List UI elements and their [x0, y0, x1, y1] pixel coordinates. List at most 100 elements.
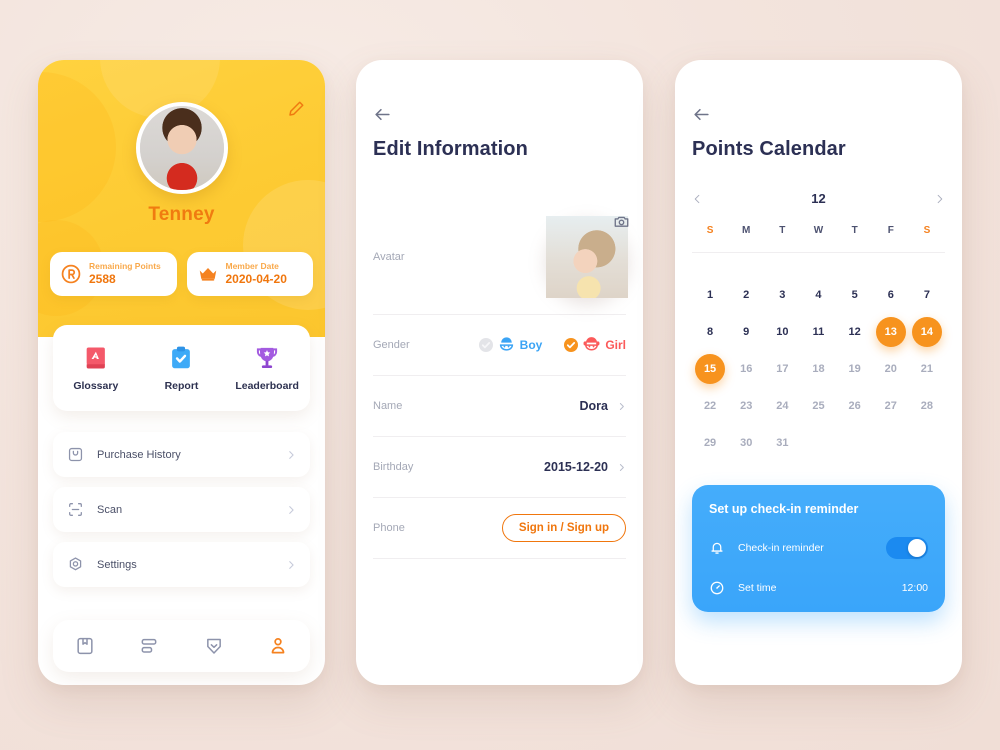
calendar-day[interactable]: 29 — [692, 426, 728, 459]
avatar-picker[interactable] — [546, 213, 630, 298]
chevron-right-icon — [619, 402, 624, 410]
calendar-day-selected[interactable]: 13 — [873, 315, 909, 348]
chevron-left-icon[interactable] — [692, 192, 703, 206]
calendar-day-number: 12 — [848, 325, 861, 338]
calendar-day-number: 6 — [887, 288, 894, 301]
avatar[interactable] — [135, 102, 228, 194]
shortcut-glossary[interactable]: Glossary — [58, 344, 134, 392]
pencil-icon[interactable] — [287, 100, 305, 118]
back-arrow-icon[interactable] — [692, 105, 711, 124]
calendar-day[interactable]: 10 — [764, 315, 800, 348]
calendar-day-number: 2 — [743, 288, 750, 301]
bookmark-book-icon[interactable] — [75, 636, 95, 656]
calendar-day[interactable]: 20 — [873, 352, 909, 385]
calendar-day-number: 15 — [695, 353, 726, 384]
shield-check-icon[interactable] — [204, 636, 224, 656]
calendar-day-number: 30 — [740, 436, 753, 449]
calendar-day[interactable]: 6 — [873, 278, 909, 311]
reminder-label: Check-in reminder — [738, 542, 824, 554]
reminder-row-settime[interactable]: Set time 12:00 — [709, 580, 928, 596]
stat-card-points[interactable]: Remaining Points 2588 — [50, 252, 177, 296]
menu-list: Purchase History Scan Settings — [53, 432, 310, 597]
menu-item-scan[interactable]: Scan — [53, 487, 310, 532]
calendar-day[interactable]: 17 — [764, 352, 800, 385]
calendar-day[interactable]: 26 — [837, 389, 873, 422]
field-label: Avatar — [373, 251, 405, 263]
gender-option-boy[interactable]: Boy — [478, 336, 543, 355]
calendar-day[interactable]: 8 — [692, 315, 728, 348]
chevron-right-icon — [289, 560, 294, 569]
calendar-day[interactable]: 9 — [728, 315, 764, 348]
calendar-day[interactable]: 1 — [692, 278, 728, 311]
purchase-bag-icon — [68, 447, 83, 462]
report-clipboard-icon — [172, 346, 191, 369]
menu-item-purchase-history[interactable]: Purchase History — [53, 432, 310, 477]
calendar-day[interactable]: 18 — [800, 352, 836, 385]
form-row-name[interactable]: Name Dora — [373, 376, 626, 437]
toggle-knob — [908, 539, 926, 557]
shortcut-label: Report — [164, 380, 199, 392]
back-arrow-icon[interactable] — [373, 105, 392, 124]
gender-option-girl[interactable]: Girl — [564, 336, 626, 355]
calendar-day-selected[interactable]: 14 — [909, 315, 945, 348]
calendar-day-number: 4 — [815, 288, 822, 301]
calendar-day[interactable]: 24 — [764, 389, 800, 422]
calendar-day-number: 3 — [779, 288, 786, 301]
weekday-label: T — [779, 225, 786, 236]
stat-label: Remaining Points — [89, 261, 161, 271]
chevron-right-icon[interactable] — [934, 192, 945, 206]
calendar-day-number: 29 — [703, 436, 717, 449]
gender-label: Boy — [519, 338, 543, 352]
calendar-day-number: 10 — [776, 325, 789, 338]
form-row-avatar[interactable]: Avatar — [373, 200, 630, 315]
calendar-day[interactable]: 28 — [909, 389, 945, 422]
calendar-day[interactable]: 19 — [837, 352, 873, 385]
edit-form: Avatar Gender Boy Girl Name Dora Birthda… — [373, 200, 630, 559]
calendar-day-number: 26 — [848, 399, 861, 412]
sign-in-sign-up-button[interactable]: Sign in / Sign up — [501, 514, 626, 542]
reminder-label: Set time — [738, 582, 777, 594]
calendar-day[interactable]: 30 — [728, 426, 764, 459]
stat-value: 2588 — [89, 271, 116, 286]
form-row-phone: Phone Sign in / Sign up — [373, 498, 626, 559]
calendar-day-number: 18 — [812, 362, 825, 375]
clock-icon — [710, 581, 724, 595]
list-stack-icon[interactable] — [139, 636, 159, 656]
calendar-day[interactable]: 22 — [692, 389, 728, 422]
menu-item-label: Settings — [97, 558, 137, 571]
calendar-day[interactable]: 16 — [728, 352, 764, 385]
calendar-day[interactable]: 27 — [873, 389, 909, 422]
calendar-day-number: 28 — [920, 399, 934, 412]
shortcut-label: Glossary — [73, 380, 119, 392]
camera-icon[interactable] — [613, 213, 630, 230]
stat-card-member-date[interactable]: Member Date 2020-04-20 — [186, 252, 313, 296]
calendar-day[interactable]: 12 — [837, 315, 873, 348]
weekday-label: T — [851, 225, 858, 236]
profile-name: Tenney — [148, 204, 215, 225]
menu-item-settings[interactable]: Settings — [53, 542, 310, 587]
calendar-day[interactable]: 5 — [837, 278, 873, 311]
checkin-reminder-toggle[interactable] — [886, 537, 928, 559]
calendar-day[interactable]: 25 — [800, 389, 836, 422]
calendar-day[interactable]: 4 — [800, 278, 836, 311]
calendar-day-selected[interactable]: 15 — [692, 352, 728, 385]
reminder-card: Set up check-in reminder Check-in remind… — [692, 485, 945, 612]
leaderboard-trophy-icon — [257, 347, 278, 369]
points-badge-icon — [61, 264, 81, 284]
calendar-day[interactable]: 3 — [764, 278, 800, 311]
calendar-day[interactable]: 31 — [764, 426, 800, 459]
calendar-day[interactable]: 21 — [909, 352, 945, 385]
shortcut-leaderboard[interactable]: Leaderboard — [229, 344, 305, 392]
calendar-day[interactable]: 23 — [728, 389, 764, 422]
user-profile-icon[interactable] — [268, 636, 288, 656]
profile-screen: Tenney Remaining Points 2588 Member Date… — [38, 60, 325, 685]
form-row-birthday[interactable]: Birthday 2015-12-20 — [373, 437, 626, 498]
calendar-day[interactable]: 11 — [800, 315, 836, 348]
form-row-gender: Gender Boy Girl — [373, 315, 626, 376]
shortcut-report[interactable]: Report — [143, 344, 219, 392]
radio-selected-icon — [564, 338, 579, 352]
weekday-label: S — [706, 225, 714, 236]
calendar-day[interactable]: 2 — [728, 278, 764, 311]
calendar-day[interactable]: 7 — [909, 278, 945, 311]
calendar-day-number: 16 — [740, 362, 753, 375]
